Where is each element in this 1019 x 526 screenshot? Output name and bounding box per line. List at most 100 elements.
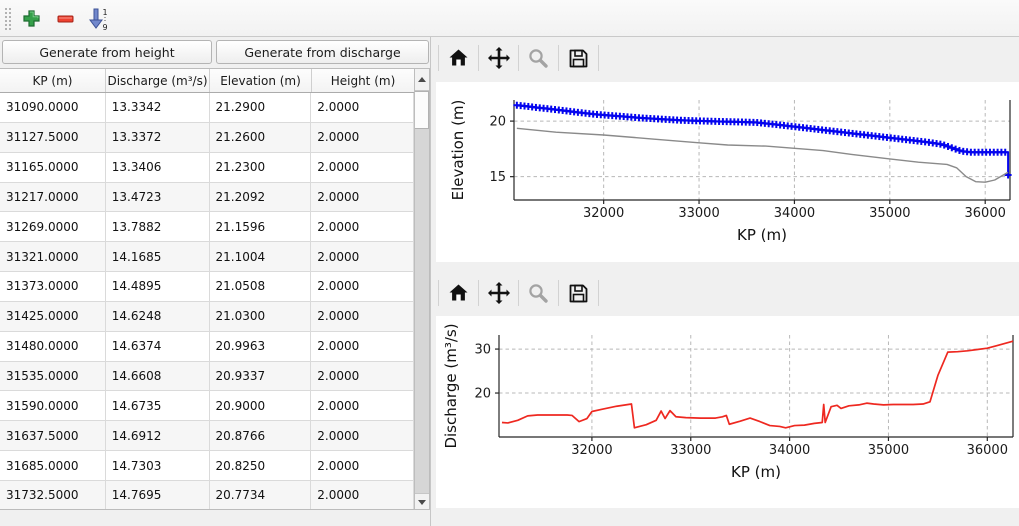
pan-button[interactable] xyxy=(479,43,518,73)
discharge-chart[interactable]: 32000330003400035000360002030KP (m)Disch… xyxy=(436,316,1019,508)
table-cell[interactable]: 2.0000 xyxy=(311,362,414,392)
save-icon xyxy=(567,47,590,70)
table-cell[interactable]: 21.2600 xyxy=(210,123,312,153)
table-cell[interactable]: 21.2300 xyxy=(210,153,312,183)
table-row: 31090.000013.334221.29002.0000 xyxy=(0,93,414,123)
table-body: 31090.000013.334221.29002.000031127.5000… xyxy=(0,93,414,509)
table-row: 31165.000013.340621.23002.0000 xyxy=(0,153,414,183)
table-cell[interactable]: 20.7734 xyxy=(210,481,312,509)
table-row: 31732.500014.769520.77342.0000 xyxy=(0,481,414,509)
table-cell[interactable]: 14.1685 xyxy=(106,242,210,272)
table-scrollbar[interactable] xyxy=(414,69,429,509)
y-tick-label: 20 xyxy=(489,115,506,130)
x-tick-label: 32000 xyxy=(571,443,612,458)
table-cell[interactable]: 21.2900 xyxy=(210,93,312,123)
table-cell[interactable]: 20.8766 xyxy=(210,421,312,451)
table-row: 31217.000013.472321.20922.0000 xyxy=(0,183,414,213)
table-cell[interactable]: 31165.0000 xyxy=(0,153,106,183)
table-cell[interactable]: 13.7882 xyxy=(106,212,210,242)
table-cell[interactable]: 13.4723 xyxy=(106,183,210,213)
x-tick-label: 34000 xyxy=(769,443,810,458)
table-cell[interactable]: 21.0300 xyxy=(210,302,312,332)
table-cell[interactable]: 21.2092 xyxy=(210,183,312,213)
table-cell[interactable]: 2.0000 xyxy=(311,272,414,302)
table-cell[interactable]: 2.0000 xyxy=(311,451,414,481)
zoom-button[interactable] xyxy=(519,278,558,308)
x-tick-label: 33000 xyxy=(670,443,711,458)
zoom-icon xyxy=(527,282,550,305)
table-cell[interactable]: 2.0000 xyxy=(311,302,414,332)
table-cell[interactable]: 31637.5000 xyxy=(0,421,106,451)
table-cell[interactable]: 31480.0000 xyxy=(0,332,106,362)
table-cell[interactable]: 21.0508 xyxy=(210,272,312,302)
profile-editor-window: 1 9 Generate from height Generate from d… xyxy=(0,0,1019,526)
table-cell[interactable]: 2.0000 xyxy=(311,212,414,242)
y-tick-label: 30 xyxy=(474,343,491,358)
table-cell[interactable]: 31127.5000 xyxy=(0,123,106,153)
reset-view-button[interactable] xyxy=(439,278,478,308)
column-header[interactable]: Discharge (m³/s) xyxy=(106,69,210,92)
table-cell[interactable]: 14.4895 xyxy=(106,272,210,302)
table-cell[interactable]: 31590.0000 xyxy=(0,391,106,421)
table-cell[interactable]: 31269.0000 xyxy=(0,212,106,242)
table-cell[interactable]: 20.9963 xyxy=(210,332,312,362)
table-cell[interactable]: 14.6248 xyxy=(106,302,210,332)
reset-view-button[interactable] xyxy=(439,43,478,73)
column-header[interactable]: Height (m) xyxy=(312,69,415,92)
save-icon xyxy=(567,282,590,305)
zoom-button[interactable] xyxy=(519,43,558,73)
table-cell[interactable]: 2.0000 xyxy=(311,332,414,362)
table-cell[interactable]: 20.9337 xyxy=(210,362,312,392)
table-header-row: KP (m)Discharge (m³/s)Elevation (m)Heigh… xyxy=(0,69,429,93)
table-cell[interactable]: 31685.0000 xyxy=(0,451,106,481)
scrollbar-down-button[interactable] xyxy=(415,493,429,509)
table-cell[interactable]: 2.0000 xyxy=(311,123,414,153)
generate-from-discharge-button[interactable]: Generate from discharge xyxy=(216,40,429,64)
table-cell[interactable]: 14.7695 xyxy=(106,481,210,509)
column-header[interactable]: KP (m) xyxy=(0,69,106,92)
table-cell[interactable]: 14.6608 xyxy=(106,362,210,392)
generate-from-height-button[interactable]: Generate from height xyxy=(2,40,212,64)
table-cell[interactable]: 31217.0000 xyxy=(0,183,106,213)
save-figure-button[interactable] xyxy=(559,278,598,308)
table-cell[interactable]: 2.0000 xyxy=(311,153,414,183)
table-cell[interactable]: 2.0000 xyxy=(311,391,414,421)
sort-rows-button[interactable]: 1 9 xyxy=(84,4,114,33)
table-cell[interactable]: 2.0000 xyxy=(311,481,414,509)
column-header[interactable]: Elevation (m) xyxy=(210,69,312,92)
table-cell[interactable]: 31732.5000 xyxy=(0,481,106,509)
table-cell[interactable]: 13.3342 xyxy=(106,93,210,123)
table-cell[interactable]: 2.0000 xyxy=(311,93,414,123)
table-cell[interactable]: 31535.0000 xyxy=(0,362,106,392)
table-cell[interactable]: 31090.0000 xyxy=(0,93,106,123)
table-row: 31321.000014.168521.10042.0000 xyxy=(0,242,414,272)
table-cell[interactable]: 2.0000 xyxy=(311,421,414,451)
table-cell[interactable]: 14.7303 xyxy=(106,451,210,481)
table-cell[interactable]: 2.0000 xyxy=(311,183,414,213)
table-cell[interactable]: 13.3406 xyxy=(106,153,210,183)
table-cell[interactable]: 2.0000 xyxy=(311,242,414,272)
table-cell[interactable]: 31425.0000 xyxy=(0,302,106,332)
table-row: 31637.500014.691220.87662.0000 xyxy=(0,421,414,451)
table-cell[interactable]: 13.3372 xyxy=(106,123,210,153)
scrollbar-thumb[interactable] xyxy=(415,91,429,129)
save-figure-button[interactable] xyxy=(559,43,598,73)
x-tick-label: 33000 xyxy=(678,206,719,221)
x-tick-label: 36000 xyxy=(967,443,1008,458)
table-cell[interactable]: 14.6374 xyxy=(106,332,210,362)
scrollbar-up-button[interactable] xyxy=(415,69,429,91)
table-cell[interactable]: 21.1004 xyxy=(210,242,312,272)
toolbar-drag-handle[interactable] xyxy=(4,7,12,30)
x-tick-label: 32000 xyxy=(583,206,624,221)
pan-button[interactable] xyxy=(479,278,518,308)
table-cell[interactable]: 31373.0000 xyxy=(0,272,106,302)
table-cell[interactable]: 20.8250 xyxy=(210,451,312,481)
table-cell[interactable]: 21.1596 xyxy=(210,212,312,242)
table-cell[interactable]: 31321.0000 xyxy=(0,242,106,272)
add-row-button[interactable] xyxy=(16,4,46,33)
remove-row-button[interactable] xyxy=(50,4,80,33)
table-cell[interactable]: 20.9000 xyxy=(210,391,312,421)
table-cell[interactable]: 14.6735 xyxy=(106,391,210,421)
elevation-chart[interactable]: 32000330003400035000360001520KP (m)Eleva… xyxy=(436,82,1019,262)
table-cell[interactable]: 14.6912 xyxy=(106,421,210,451)
